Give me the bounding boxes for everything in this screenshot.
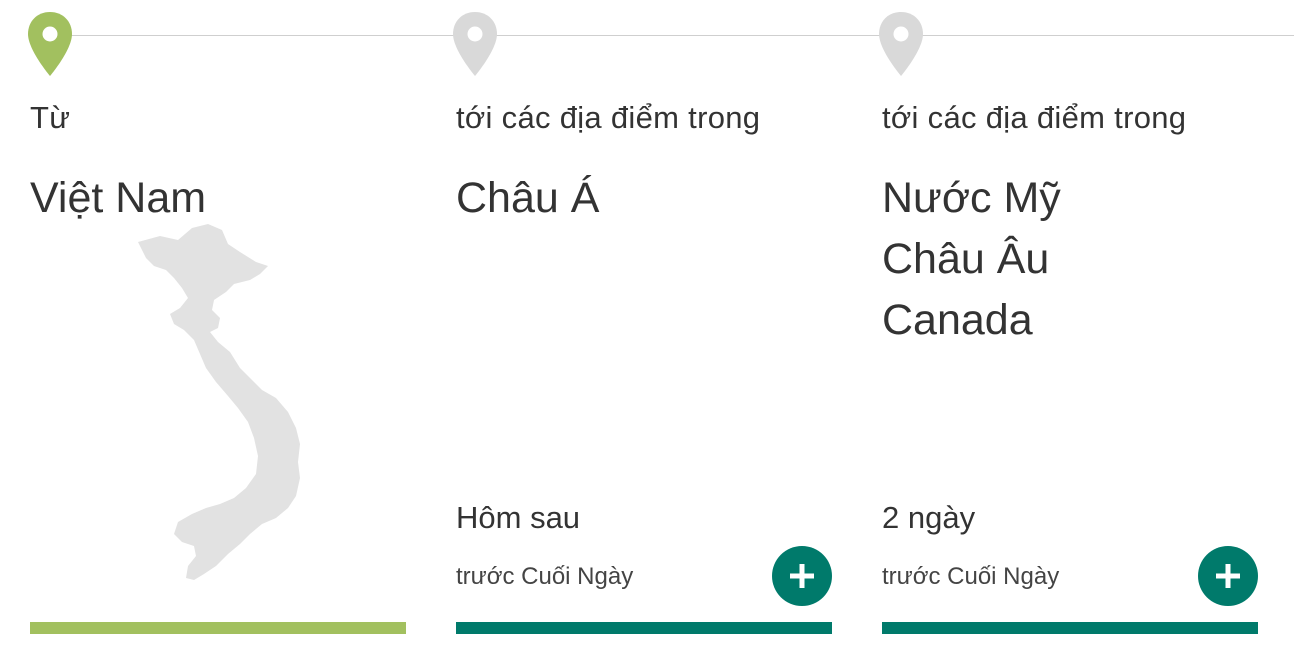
- destination-places: Nước Mỹ Châu Âu Canada: [882, 168, 1061, 351]
- destination-label: tới các địa điểm trong: [882, 100, 1187, 135]
- delivery-time: 2 ngày: [882, 500, 976, 535]
- origin-column: Từ Việt Nam: [28, 0, 410, 660]
- add-button[interactable]: [1198, 546, 1258, 606]
- destination-accent-bar: [456, 622, 832, 634]
- origin-country: Việt Nam: [30, 174, 207, 222]
- destination-place: Nước Mỹ: [882, 174, 1061, 222]
- destination-accent-bar: [882, 622, 1258, 634]
- destination-place: Châu Âu: [882, 235, 1050, 283]
- vietnam-map: [130, 222, 340, 584]
- destination-place: Canada: [882, 296, 1033, 344]
- delivery-time: Hôm sau: [456, 500, 581, 535]
- destination-places: Châu Á: [456, 168, 599, 229]
- delivery-deadline: trước Cuối Ngày: [882, 563, 1060, 590]
- destination-place: Châu Á: [456, 174, 600, 222]
- add-button[interactable]: [772, 546, 832, 606]
- map-pin-icon: [450, 10, 500, 78]
- origin-accent-bar: [30, 622, 406, 634]
- destination-column-us-eu-ca: tới các địa điểm trong Nước Mỹ Châu Âu C…: [879, 0, 1262, 660]
- map-pin-icon: [876, 10, 926, 78]
- delivery-deadline: trước Cuối Ngày: [456, 563, 634, 590]
- map-pin-icon: [25, 10, 75, 78]
- plus-icon: [1216, 564, 1240, 588]
- destination-column-asia: tới các địa điểm trong Châu Á Hôm sau tr…: [453, 0, 836, 660]
- origin-label: Từ: [30, 100, 71, 135]
- destination-label: tới các địa điểm trong: [456, 100, 761, 135]
- plus-icon: [790, 564, 814, 588]
